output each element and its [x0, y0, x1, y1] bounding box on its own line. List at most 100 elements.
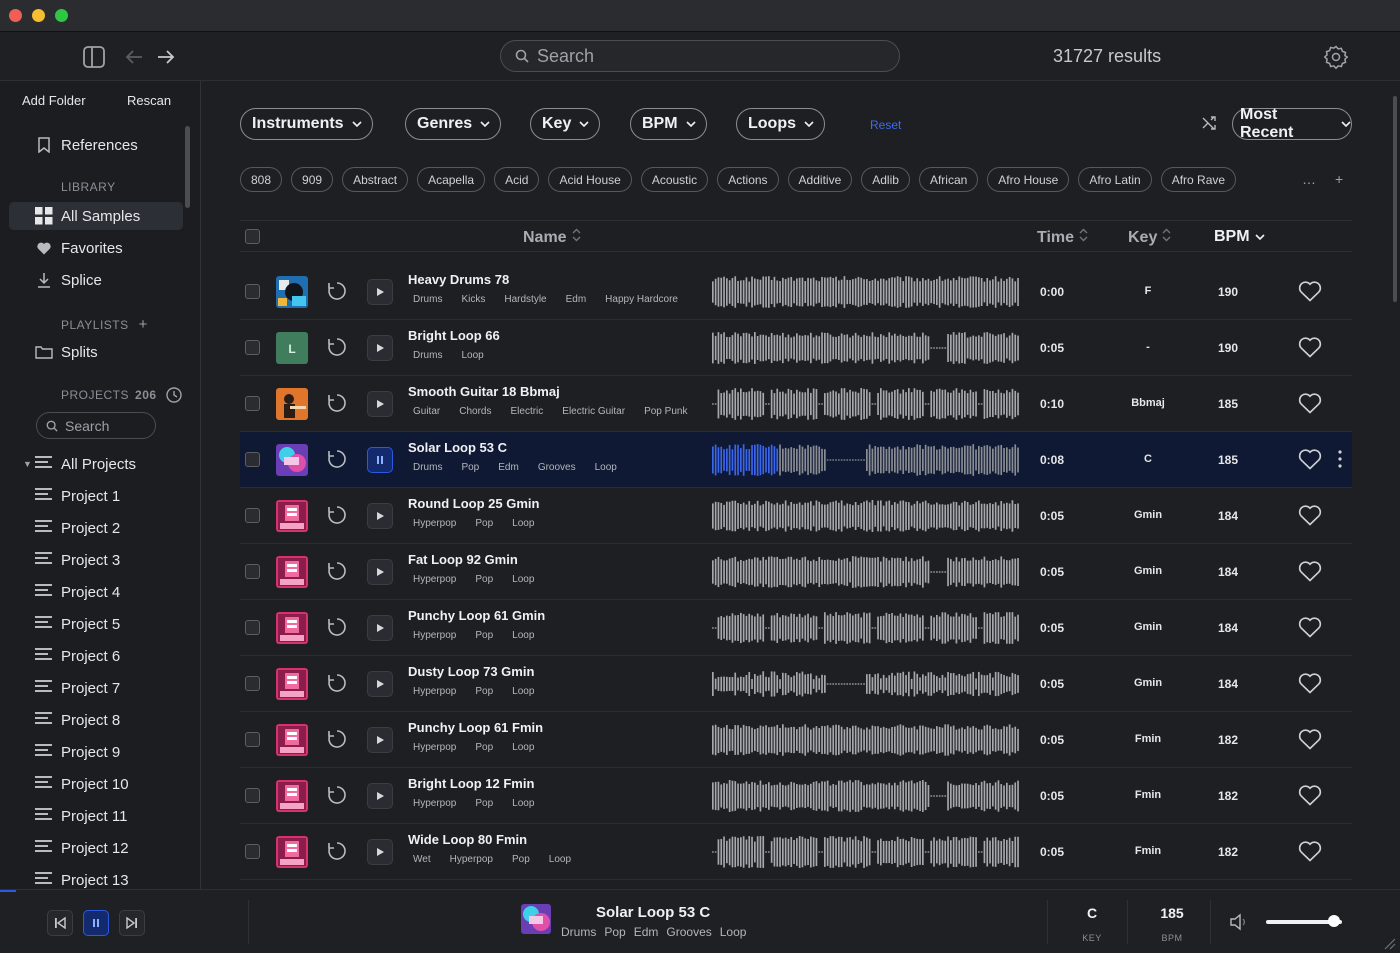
replay-icon[interactable] — [326, 392, 348, 419]
sidebar-item-project[interactable]: Project 13 — [0, 868, 200, 889]
sidebar-item-splice[interactable]: Splice — [9, 266, 183, 294]
now-playing-tag[interactable]: Drums — [561, 925, 596, 939]
add-playlist-icon[interactable]: + — [139, 316, 148, 333]
row-checkbox[interactable] — [245, 620, 260, 635]
sidebar-scrollbar[interactable] — [185, 126, 190, 208]
sidebar-item-favorites[interactable]: Favorites — [9, 234, 183, 262]
column-header-key[interactable]: Key — [1128, 228, 1171, 247]
favorite-heart-icon[interactable] — [1298, 560, 1322, 587]
tag-chip[interactable]: 909 — [291, 167, 334, 192]
row-checkbox[interactable] — [245, 564, 260, 579]
sample-tag[interactable]: Loop — [512, 686, 534, 697]
sample-tag[interactable]: Guitar — [413, 406, 440, 417]
shuffle-icon[interactable] — [1202, 115, 1218, 136]
sidebar-item-project[interactable]: Project 3 — [0, 548, 200, 572]
row-checkbox[interactable] — [245, 844, 260, 859]
table-row[interactable]: Punchy Loop 61 Gmin Hyperpop Pop Loop 0:05 Gm… — [240, 600, 1352, 656]
favorite-heart-icon[interactable] — [1298, 448, 1322, 475]
sample-tag[interactable]: Loop — [512, 742, 534, 753]
waveform[interactable] — [712, 668, 1020, 700]
tag-chip[interactable]: Acapella — [417, 167, 486, 192]
column-header-name[interactable]: Name — [523, 228, 581, 247]
sample-tag[interactable]: Happy Hardcore — [605, 294, 678, 305]
replay-icon[interactable] — [326, 616, 348, 643]
sidebar-item-project[interactable]: Project 10 — [0, 772, 200, 796]
now-playing-tag[interactable]: Grooves — [666, 925, 711, 939]
row-checkbox[interactable] — [245, 452, 260, 467]
gear-icon[interactable] — [1323, 44, 1349, 70]
sample-tag[interactable]: Hardstyle — [504, 294, 546, 305]
table-row[interactable]: Punchy Loop 61 Fmin Hyperpop Pop Loop 0:05 Fm… — [240, 712, 1352, 768]
favorite-heart-icon[interactable] — [1298, 392, 1322, 419]
table-row[interactable]: Heavy Drums 78 Drums Kicks Hardstyle Edm Happ… — [240, 264, 1352, 320]
tag-chip[interactable]: Additive — [787, 167, 853, 192]
sample-tag[interactable]: Pop — [475, 742, 493, 753]
waveform[interactable] — [712, 276, 1020, 308]
select-all-checkbox[interactable] — [245, 229, 260, 244]
tag-chip[interactable]: Acoustic — [640, 167, 709, 192]
tag-chip[interactable]: 808 — [240, 167, 283, 192]
zoom-window-button[interactable] — [55, 9, 68, 22]
sample-tag[interactable]: Wet — [413, 854, 431, 865]
play-button[interactable] — [367, 783, 393, 809]
play-button[interactable] — [367, 503, 393, 529]
project-search-input[interactable]: Search — [36, 412, 156, 439]
sidebar-item-project[interactable]: Project 9 — [0, 740, 200, 764]
tag-chip[interactable]: Afro House — [987, 167, 1070, 192]
main-scrollbar[interactable] — [1393, 96, 1397, 302]
sidebar-item-project[interactable]: Project 5 — [0, 612, 200, 636]
favorite-heart-icon[interactable] — [1298, 672, 1322, 699]
sample-tag[interactable]: Hyperpop — [413, 518, 456, 529]
favorite-heart-icon[interactable] — [1298, 840, 1322, 867]
sample-name[interactable]: Fat Loop 92 Gmin — [408, 552, 518, 567]
sample-tag[interactable]: Drums — [413, 350, 442, 361]
row-checkbox[interactable] — [245, 508, 260, 523]
sample-tag[interactable]: Pop — [475, 686, 493, 697]
waveform[interactable] — [712, 500, 1020, 532]
volume-slider-handle[interactable] — [1328, 915, 1341, 927]
favorite-heart-icon[interactable] — [1298, 280, 1322, 307]
sample-tag[interactable]: Loop — [512, 630, 534, 641]
sample-tag[interactable]: Pop Punk — [644, 406, 687, 417]
favorite-heart-icon[interactable] — [1298, 728, 1322, 755]
sample-tag[interactable]: Edm — [498, 462, 519, 473]
key-filter[interactable]: Key — [530, 108, 601, 140]
sidebar-toggle-icon[interactable] — [81, 44, 107, 70]
caret-down-icon[interactable]: ▼ — [23, 459, 32, 469]
tag-chip[interactable]: Abstract — [342, 167, 409, 192]
sample-tag[interactable]: Loop — [549, 854, 571, 865]
sample-tag[interactable]: Edm — [566, 294, 587, 305]
row-checkbox[interactable] — [245, 732, 260, 747]
sidebar-item-project[interactable]: Project 12 — [0, 836, 200, 860]
replay-icon[interactable] — [326, 560, 348, 587]
search-input[interactable]: Search — [500, 40, 900, 72]
sample-name[interactable]: Round Loop 25 Gmin — [408, 496, 539, 511]
now-playing-tag[interactable]: Loop — [720, 925, 747, 939]
replay-icon[interactable] — [326, 504, 348, 531]
back-arrow-icon[interactable] — [121, 44, 147, 70]
sample-name[interactable]: Solar Loop 53 C — [408, 440, 507, 455]
tag-chip[interactable]: Acid — [494, 167, 540, 192]
play-button[interactable] — [367, 671, 393, 697]
sample-tag[interactable]: Pop — [475, 630, 493, 641]
table-row[interactable]: Solar Loop 53 C Drums Pop Edm Grooves Loop 0:0… — [240, 432, 1352, 488]
table-row[interactable]: L Bright Loop 66 Drums Loop 0:05-190 — [240, 320, 1352, 376]
previous-track-button[interactable] — [47, 910, 73, 936]
sidebar-item-project[interactable]: Project 11 — [0, 804, 200, 828]
sample-tag[interactable]: Hyperpop — [413, 742, 456, 753]
sample-tag[interactable]: Drums — [413, 462, 442, 473]
tag-chip[interactable]: Acid House — [548, 167, 632, 192]
next-track-button[interactable] — [119, 910, 145, 936]
tag-chip[interactable]: Actions — [717, 167, 779, 192]
sample-tag[interactable]: Hyperpop — [413, 630, 456, 641]
sample-tag[interactable]: Loop — [512, 574, 534, 585]
clock-icon[interactable] — [165, 387, 182, 403]
column-header-bpm[interactable]: BPM — [1214, 228, 1265, 246]
sample-tag[interactable]: Hyperpop — [450, 854, 493, 865]
sample-tag[interactable]: Loop — [595, 462, 617, 473]
table-row[interactable]: Fat Loop 92 Gmin Hyperpop Pop Loop 0:05 Gmin 1… — [240, 544, 1352, 600]
replay-icon[interactable] — [326, 336, 348, 363]
sidebar-item-all-samples[interactable]: All Samples — [9, 202, 183, 230]
sample-tag[interactable]: Loop — [512, 518, 534, 529]
row-checkbox[interactable] — [245, 340, 260, 355]
